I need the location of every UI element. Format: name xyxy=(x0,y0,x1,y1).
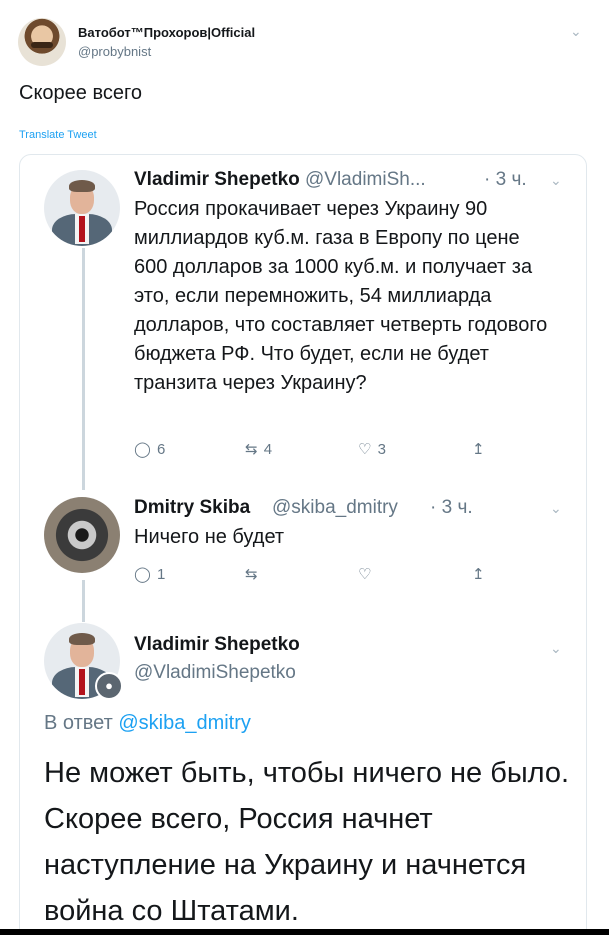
microphone-icon: ● xyxy=(95,672,123,700)
author-handle[interactable]: @skiba_dmitry xyxy=(272,497,398,519)
chevron-down-icon[interactable]: ⌄ xyxy=(550,172,562,189)
chevron-down-icon[interactable]: ⌄ xyxy=(550,500,562,517)
share-button[interactable]: ↥ xyxy=(472,565,485,583)
tweet-body: Не может быть, чтобы ничего не было. Ско… xyxy=(44,757,570,927)
tweet-time[interactable]: · 3 ч. xyxy=(430,497,473,519)
tweet-time[interactable]: · 3 ч. xyxy=(484,169,527,191)
thread-line xyxy=(82,580,85,622)
heart-icon: ♡ xyxy=(358,441,372,458)
author-name[interactable]: Dmitry Skiba xyxy=(134,497,250,519)
share-button[interactable]: ↥ xyxy=(472,440,485,458)
reply-context: В ответ @skiba_dmitry xyxy=(44,712,251,735)
reply-icon: ◯ xyxy=(134,441,151,458)
heart-icon: ♡ xyxy=(358,566,372,583)
author-name[interactable]: Vladimir Shepetko xyxy=(134,169,300,191)
reply-icon: ◯ xyxy=(134,566,151,583)
translate-tweet-link[interactable]: Translate Tweet xyxy=(19,129,97,141)
retweet-icon: ⇆ xyxy=(245,441,258,458)
share-icon: ↥ xyxy=(472,441,485,458)
avatar[interactable] xyxy=(44,497,120,573)
retweet-icon: ⇆ xyxy=(245,566,258,583)
reply-prefix: В ответ xyxy=(44,712,113,734)
like-button[interactable]: ♡ 3 xyxy=(358,440,386,458)
chevron-down-icon[interactable]: ⌄ xyxy=(570,23,582,40)
reply-button[interactable]: ◯ 6 xyxy=(134,440,165,458)
tweet-text: Скорее всего xyxy=(19,82,142,104)
tweet-body: Россия прокачивает через Украину 90 милл… xyxy=(134,198,548,394)
author-handle[interactable]: @VladimiShepetko xyxy=(134,662,296,684)
like-button[interactable]: ♡ xyxy=(358,565,371,583)
author-handle[interactable]: @probybnist xyxy=(78,44,151,59)
outer-tweet-header: Ватобот™Прохоров|Official @probybnist ⌄ xyxy=(18,15,593,69)
reply-count: 6 xyxy=(156,441,166,458)
author-handle[interactable]: @VladimiSh... xyxy=(305,169,426,191)
thread-line xyxy=(82,248,85,490)
avatar[interactable] xyxy=(18,18,66,66)
reply-button[interactable]: ◯ 1 xyxy=(134,565,165,583)
bottom-bar xyxy=(0,929,609,935)
retweet-count: 4 xyxy=(263,441,273,458)
reply-count: 1 xyxy=(156,566,166,583)
chevron-down-icon[interactable]: ⌄ xyxy=(550,640,562,657)
author-name[interactable]: Ватобот™Прохоров|Official xyxy=(78,25,255,40)
retweet-button[interactable]: ⇆ xyxy=(245,565,258,583)
author-name[interactable]: Vladimir Shepetko xyxy=(134,634,300,656)
avatar[interactable] xyxy=(44,170,120,246)
like-count: 3 xyxy=(377,441,386,458)
share-icon: ↥ xyxy=(472,566,485,583)
tweet-body: Ничего не будет xyxy=(134,526,285,548)
reply-to-link[interactable]: @skiba_dmitry xyxy=(118,712,251,734)
retweet-button[interactable]: ⇆ 4 xyxy=(245,440,272,458)
